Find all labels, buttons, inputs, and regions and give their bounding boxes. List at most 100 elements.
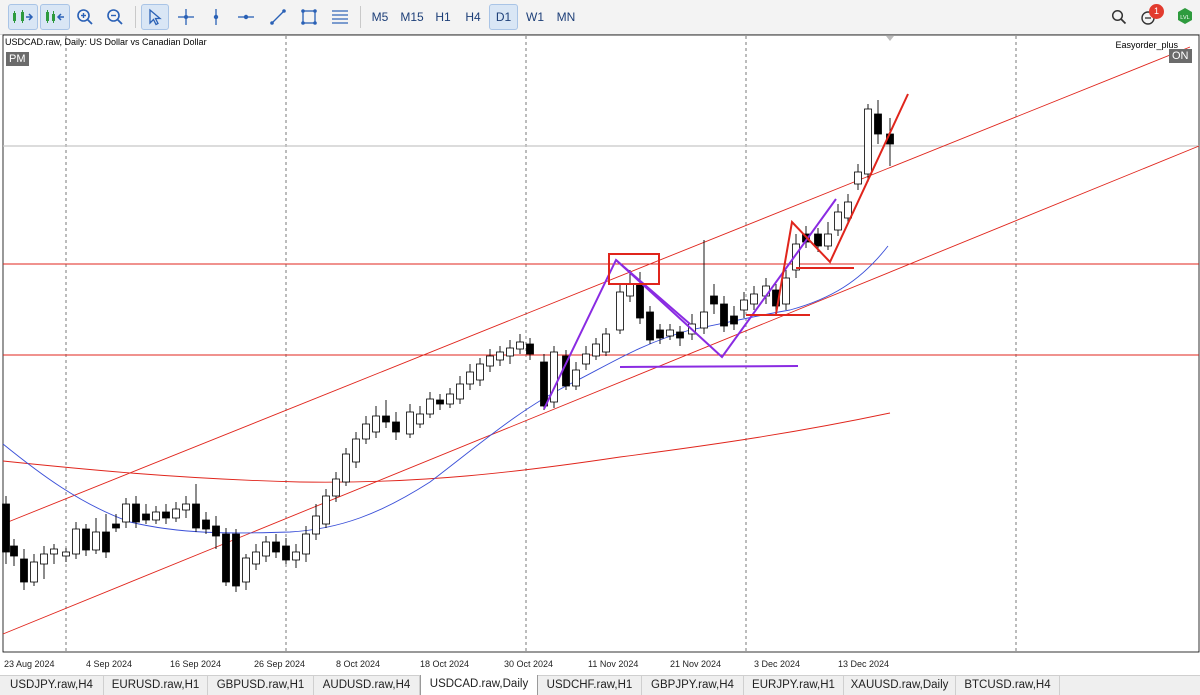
candle-body <box>392 421 400 433</box>
x-tick-label: 21 Nov 2024 <box>670 659 721 669</box>
candle-body <box>750 293 758 305</box>
timeframe-w1[interactable]: W1 <box>521 4 549 30</box>
crosshair-icon[interactable] <box>173 4 199 30</box>
candle-body <box>700 311 708 329</box>
candle-body <box>142 513 150 521</box>
tab-eurjpy[interactable]: EURJPY.raw,H1 <box>744 676 844 695</box>
svg-text:LVL: LVL <box>1180 15 1189 21</box>
candle-body <box>656 329 664 339</box>
candle-body <box>102 531 110 553</box>
tab-eurusd[interactable]: EURUSD.raw,H1 <box>104 676 208 695</box>
candle-body <box>616 291 624 331</box>
x-tick-label: 16 Sep 2024 <box>170 659 221 669</box>
timeframe-mn[interactable]: MN <box>551 4 581 30</box>
candle-body <box>242 557 250 583</box>
candle-body <box>382 415 390 423</box>
candle-body <box>864 108 872 175</box>
candle-body <box>132 503 140 523</box>
candle-body <box>92 531 100 551</box>
tab-gbpjpy[interactable]: GBPJPY.raw,H4 <box>642 676 744 695</box>
candle-body <box>372 415 380 433</box>
x-tick-label: 8 Oct 2024 <box>336 659 380 669</box>
candle-body <box>626 283 634 297</box>
candle-body <box>426 398 434 415</box>
horizontal-line-icon[interactable] <box>233 4 259 30</box>
candle-body <box>782 277 790 305</box>
candle-body <box>516 341 524 350</box>
candle-body <box>730 315 738 325</box>
candle-body <box>2 503 10 553</box>
candle-body <box>814 233 822 247</box>
candle-body <box>322 495 330 525</box>
vertical-line-icon[interactable] <box>203 4 229 30</box>
x-tick-label: 3 Dec 2024 <box>754 659 800 669</box>
timeframe-d1[interactable]: D1 <box>489 4 518 30</box>
candle-body <box>62 551 70 557</box>
x-tick-label: 23 Aug 2024 <box>4 659 55 669</box>
timeframe-m15[interactable]: M15 <box>396 4 428 30</box>
candle-body <box>710 295 718 305</box>
candle-body <box>272 541 280 553</box>
trendline-icon[interactable] <box>265 4 291 30</box>
x-tick-label: 11 Nov 2024 <box>588 659 638 669</box>
candle-body <box>466 371 474 385</box>
cursor-icon[interactable] <box>141 4 169 30</box>
tab-usdchf[interactable]: USDCHF.raw,H1 <box>538 676 642 695</box>
tab-usdcad[interactable]: USDCAD.raw,Daily <box>420 675 538 695</box>
candle-body <box>192 503 200 529</box>
rectangle-icon[interactable] <box>296 4 322 30</box>
x-tick-label: 4 Sep 2024 <box>86 659 132 669</box>
price-chart[interactable]: 23 Aug 2024 4 Sep 2024 16 Sep 2024 26 Sep 2… <box>0 34 1200 675</box>
candle-body <box>122 503 130 523</box>
candle-body <box>292 551 300 561</box>
chart-shift-icon[interactable] <box>40 4 70 30</box>
fibonacci-icon[interactable] <box>327 4 353 30</box>
chart-area[interactable]: 23 Aug 2024 4 Sep 2024 16 Sep 2024 26 Sep 2… <box>0 34 1200 675</box>
plot-frame <box>2 34 1200 653</box>
search-icon[interactable] <box>1107 4 1131 30</box>
candle-body <box>406 411 414 435</box>
candle-body <box>162 511 170 519</box>
candle-body <box>456 383 464 400</box>
chart-tabs: USDJPY.raw,H4 EURUSD.raw,H1 GBPUSD.raw,H… <box>0 675 1200 695</box>
candle-body <box>446 393 454 405</box>
candle-body <box>202 519 210 530</box>
candle-body <box>592 343 600 357</box>
x-tick-label: 26 Sep 2024 <box>254 659 305 669</box>
tab-xauusd[interactable]: XAUUSD.raw,Daily <box>844 676 956 695</box>
candle-body <box>152 511 160 521</box>
candle-body <box>252 551 260 565</box>
signal-lvl-icon[interactable]: LVL <box>1174 4 1196 30</box>
candle-body <box>82 528 90 551</box>
candle-body <box>506 347 514 357</box>
autoscroll-icon[interactable] <box>8 4 38 30</box>
timeframe-h1[interactable]: H1 <box>430 4 456 30</box>
candle-body <box>362 423 370 440</box>
candle-body <box>222 533 230 583</box>
candle-body <box>72 528 80 555</box>
timeframe-m5[interactable]: M5 <box>366 4 394 30</box>
candle-body <box>666 329 674 337</box>
candle-body <box>172 508 180 519</box>
zoom-in-icon[interactable] <box>72 4 98 30</box>
notification-badge: 1 <box>1149 4 1164 19</box>
candle-body <box>20 558 28 583</box>
candle-body <box>486 355 494 367</box>
candle-body <box>636 283 644 319</box>
candle-body <box>282 545 290 561</box>
tab-btcusd[interactable]: BTCUSD.raw,H4 <box>956 676 1060 695</box>
tab-gbpusd[interactable]: GBPUSD.raw,H1 <box>208 676 314 695</box>
candle-body <box>40 553 48 565</box>
x-tick-label: 13 Dec 2024 <box>838 659 889 669</box>
toolbar-separator <box>360 6 361 28</box>
candle-body <box>720 303 728 327</box>
tab-audusd[interactable]: AUDUSD.raw,H4 <box>314 676 420 695</box>
timeframe-h4[interactable]: H4 <box>460 4 486 30</box>
candle-body <box>526 343 534 355</box>
x-tick-label: 18 Oct 2024 <box>420 659 469 669</box>
candle-body <box>740 299 748 311</box>
tab-usdjpy[interactable]: USDJPY.raw,H4 <box>0 676 104 695</box>
candle-body <box>476 363 484 381</box>
zoom-out-icon[interactable] <box>102 4 128 30</box>
candle-body <box>232 533 240 587</box>
